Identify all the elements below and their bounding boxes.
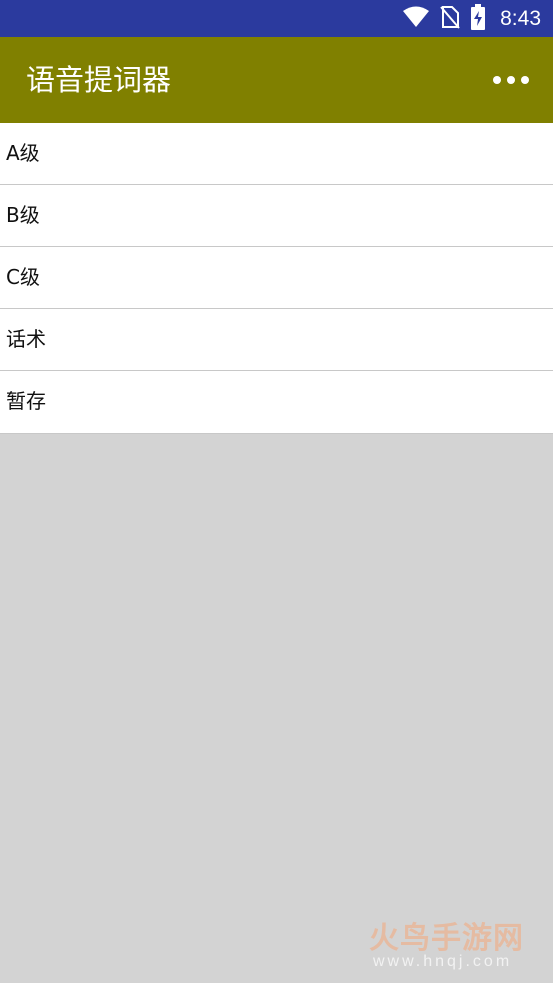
- list-item-label: 话术: [6, 327, 46, 351]
- category-list: A级 B级 C级 话术 暂存: [0, 123, 553, 434]
- list-item-c-level[interactable]: C级: [0, 247, 553, 309]
- no-sim-icon: [440, 5, 460, 33]
- watermark-url: www.hnqj.com: [373, 953, 513, 970]
- battery-charging-icon: [470, 3, 486, 34]
- status-icons: 8:43: [402, 0, 541, 37]
- list-item-temp-storage[interactable]: 暂存: [0, 371, 553, 434]
- watermark: 火鸟手游网 www.hnqj.com: [369, 913, 539, 973]
- wifi-icon: [402, 6, 430, 32]
- list-item-label: A级: [6, 141, 40, 165]
- list-item-a-level[interactable]: A级: [0, 123, 553, 185]
- menu-dot: [507, 76, 515, 84]
- list-item-b-level[interactable]: B级: [0, 185, 553, 247]
- menu-dot: [493, 76, 501, 84]
- status-time: 8:43: [500, 6, 541, 30]
- app-bar: 语音提词器: [0, 37, 553, 123]
- list-item-label: B级: [6, 203, 40, 227]
- list-item-script[interactable]: 话术: [0, 309, 553, 371]
- menu-dot: [521, 76, 529, 84]
- status-bar: 8:43: [0, 0, 553, 37]
- list-item-label: C级: [6, 265, 40, 289]
- app-title: 语音提词器: [26, 63, 172, 97]
- list-item-label: 暂存: [6, 389, 46, 413]
- overflow-menu-icon[interactable]: [493, 68, 529, 92]
- watermark-logo: 火鸟手游网: [369, 921, 524, 956]
